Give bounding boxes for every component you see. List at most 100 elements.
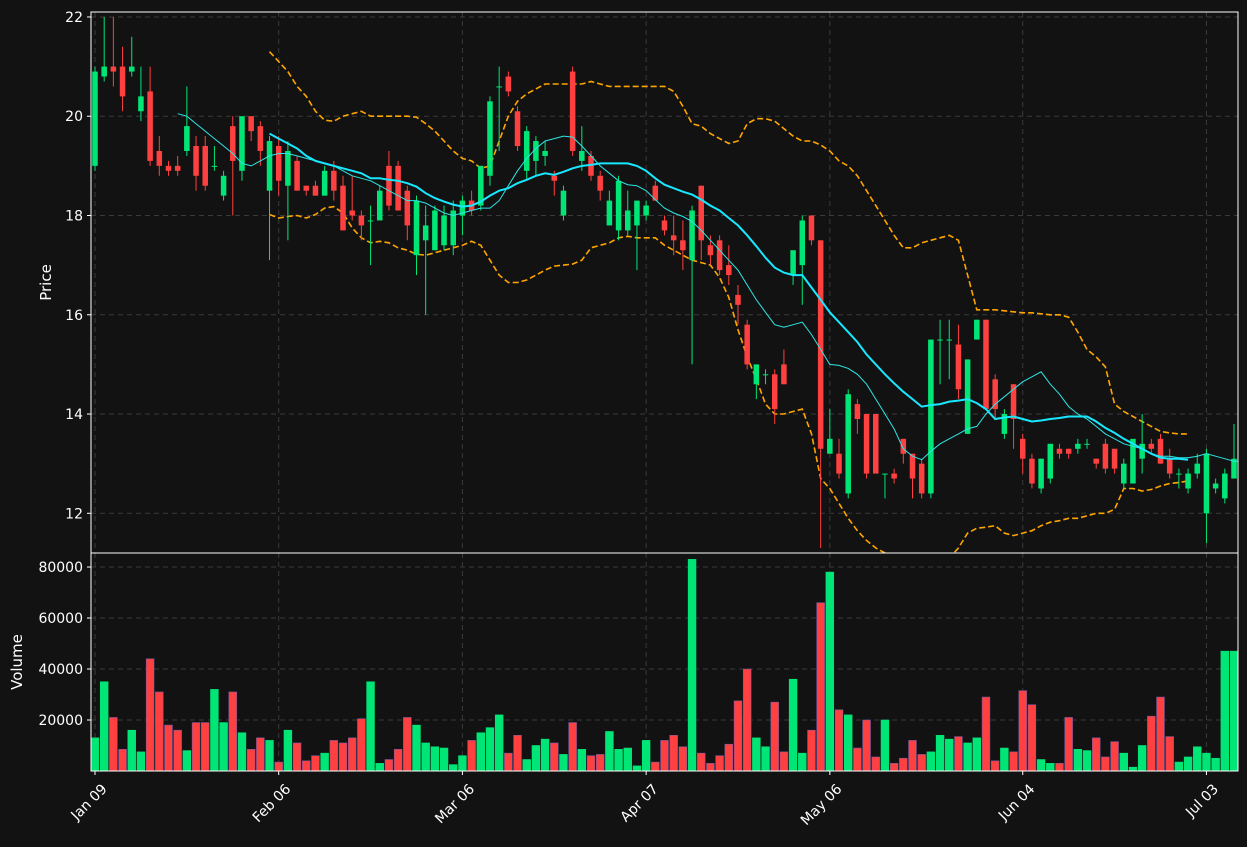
volume-bar-down — [513, 735, 522, 772]
volume-bar-up — [825, 571, 835, 772]
volume-bar-up — [522, 759, 531, 772]
volume-bar-down — [228, 691, 237, 772]
volume-bar-down — [1101, 756, 1110, 772]
volume-bar-down — [191, 722, 201, 772]
volume-bar-up — [1229, 650, 1239, 772]
candle-body-down — [248, 116, 254, 132]
candle-body-up — [1185, 473, 1191, 489]
volume-bar-down — [568, 722, 577, 772]
candle-body-up — [946, 339, 953, 341]
candle-body-up — [432, 210, 438, 251]
volume-bar-down — [917, 754, 926, 772]
candle-body-down — [275, 146, 282, 181]
volume-bar-down — [357, 718, 366, 772]
volume-bar-up — [641, 740, 651, 772]
volume-bar-down — [651, 761, 660, 772]
volume-bar-up — [559, 754, 568, 772]
price-tick-label: 12 — [65, 506, 83, 522]
volume-bar-up — [430, 746, 440, 772]
volume-bar-down — [246, 749, 256, 772]
candle-body-up — [625, 210, 631, 231]
candle-body-down — [817, 240, 824, 449]
candle-body-up — [643, 205, 649, 216]
candle-body-down — [900, 438, 907, 454]
volume-bar-up — [494, 714, 504, 772]
volume-bar-down — [1055, 763, 1064, 772]
candle-body-down — [836, 453, 842, 474]
volume-bar-up — [540, 738, 550, 772]
volume-bar-down — [908, 740, 917, 772]
candle-body-up — [92, 71, 98, 166]
volume-bar-down — [660, 740, 669, 772]
volume-bar-down — [1147, 715, 1156, 772]
volume-bar-down — [889, 763, 899, 772]
candle-body-up — [974, 319, 980, 340]
volume-axis-label: Volume — [8, 634, 26, 690]
volume-bar-down — [954, 736, 963, 772]
volume-bar-up — [880, 719, 890, 772]
candle-body-down — [165, 165, 172, 171]
candle-body-down — [156, 150, 163, 166]
candle-body-up — [266, 141, 273, 191]
candle-body-down — [312, 185, 319, 196]
volume-bar-down — [715, 755, 724, 772]
volume-bar-up — [935, 735, 945, 772]
volume-bar-up — [1036, 759, 1046, 772]
candle-body-down — [670, 235, 677, 241]
volume-tick-label: 80000 — [38, 560, 83, 576]
price-tick-label: 16 — [65, 308, 83, 324]
candle-body-down — [1065, 448, 1072, 454]
volume-bar-up — [366, 681, 375, 772]
candle-body-up — [220, 175, 227, 196]
candle-body-up — [184, 126, 190, 151]
candle-body-down — [983, 319, 989, 410]
volume-bar-down — [1165, 736, 1174, 772]
volume-bar-up — [1211, 757, 1220, 772]
volume-bar-up — [182, 750, 192, 772]
candle-body-down — [726, 265, 732, 276]
volume-bar-up — [99, 681, 109, 772]
candle-body-down — [257, 126, 264, 151]
volume-bar-down — [393, 749, 403, 772]
candle-body-down — [1102, 443, 1109, 469]
volume-bar-down — [1156, 696, 1165, 772]
price-axis-label: Price — [37, 264, 55, 301]
volume-bar-up — [439, 747, 449, 772]
candle-body-up — [689, 210, 695, 261]
volume-bar-up — [605, 731, 614, 772]
candle-body-up — [1139, 443, 1145, 459]
candle-body-down — [716, 240, 723, 271]
volume-bar-down — [292, 742, 302, 772]
volume-bar-down — [724, 743, 734, 772]
volume-bar-down — [853, 747, 862, 772]
volume-bar-up — [926, 751, 936, 772]
volume-bar-down — [678, 746, 688, 772]
volume-bar-down — [733, 700, 743, 772]
candle-body-down — [808, 215, 815, 241]
candle-body-down — [771, 374, 778, 410]
volume-bar-down — [990, 760, 1000, 772]
candle-body-up — [1075, 443, 1081, 449]
volume-bar-up — [412, 724, 421, 772]
candle-body-down — [349, 210, 355, 216]
volume-bar-up — [1082, 750, 1092, 772]
volume-tick-label: 60000 — [38, 611, 83, 627]
volume-bar-down — [173, 729, 182, 772]
volume-bar-up — [531, 745, 541, 772]
candle-body-up — [827, 438, 833, 454]
price-tick-label: 18 — [65, 208, 83, 224]
candle-body-up — [790, 250, 796, 276]
volume-bar-down — [706, 763, 715, 772]
volume-bar-down — [256, 737, 265, 772]
candle-body-down — [661, 220, 668, 231]
volume-bar-down — [1110, 741, 1119, 772]
volume-bar-down — [504, 752, 513, 772]
volume-bar-up — [963, 742, 972, 772]
candle-body-down — [1157, 438, 1164, 464]
candle-body-up — [845, 394, 851, 494]
volume-bar-up — [219, 722, 228, 772]
volume-bar-up — [614, 749, 623, 772]
volume-bar-up — [375, 763, 384, 772]
volume-bar-up — [788, 678, 798, 772]
volume-bar-down — [1092, 737, 1101, 772]
